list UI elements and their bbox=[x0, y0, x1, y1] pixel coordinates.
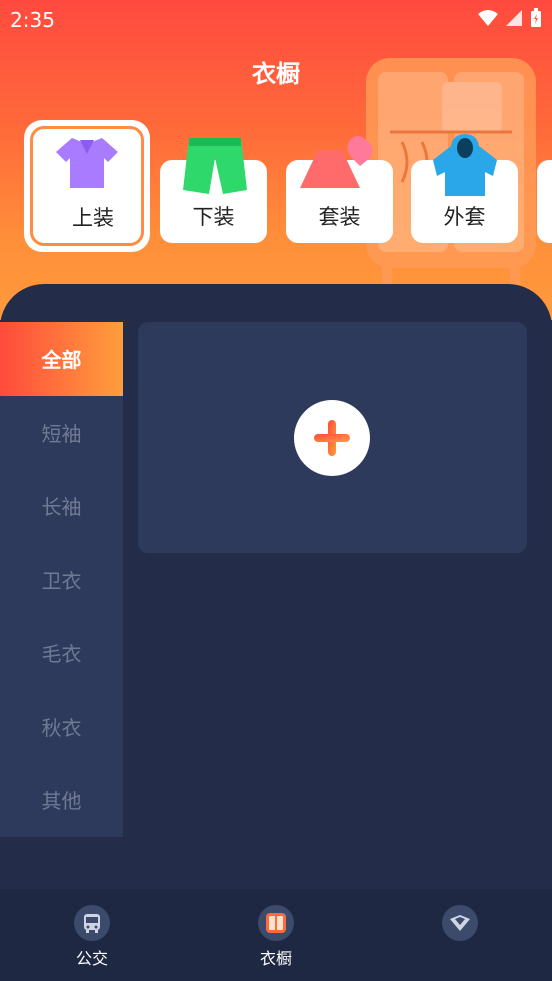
sidebar-item-hoodie[interactable]: 卫衣 bbox=[0, 542, 123, 616]
sidebar-item-all[interactable]: 全部 bbox=[0, 322, 123, 396]
dress-icon bbox=[299, 136, 372, 188]
bus-icon bbox=[74, 905, 110, 941]
sidebar-item-sweater[interactable]: 毛衣 bbox=[0, 616, 123, 690]
sidebar-item-thermal[interactable]: 秋衣 bbox=[0, 689, 123, 763]
sidebar-item-long-sleeve[interactable]: 长袖 bbox=[0, 469, 123, 543]
nav-label: 衣橱 bbox=[259, 949, 292, 968]
nav-item-third[interactable] bbox=[368, 889, 552, 981]
nav-item-wardrobe[interactable]: 衣橱 bbox=[184, 889, 368, 981]
shirt-icon bbox=[56, 138, 118, 188]
signal-icon bbox=[506, 10, 522, 26]
category-tab-bottoms[interactable]: 下装 bbox=[160, 138, 267, 243]
category-tab-tops[interactable]: 上装 bbox=[24, 120, 150, 252]
sidebar-item-short-sleeve[interactable]: 短袖 bbox=[0, 395, 123, 469]
plus-icon bbox=[314, 420, 350, 456]
page-title: 衣橱 bbox=[252, 60, 300, 88]
add-button[interactable] bbox=[294, 400, 370, 476]
category-tab-more[interactable] bbox=[537, 160, 552, 243]
category-tabs: 上装 下装 套装 外套 bbox=[0, 120, 552, 260]
battery-icon bbox=[531, 8, 541, 27]
jacket-icon bbox=[432, 134, 497, 196]
status-time: 2:35 bbox=[10, 8, 55, 32]
nav-item-bus[interactable]: 公交 bbox=[0, 889, 184, 981]
wardrobe-icon bbox=[258, 905, 294, 941]
add-clothing-card[interactable] bbox=[138, 322, 527, 553]
sidebar-item-other[interactable]: 其他 bbox=[0, 763, 123, 837]
status-icons bbox=[478, 8, 542, 28]
nav-label: 公交 bbox=[75, 949, 108, 968]
category-tab-coats[interactable]: 外套 bbox=[411, 134, 518, 243]
category-tab-sets[interactable]: 套装 bbox=[286, 136, 393, 243]
category-label: 上装 bbox=[72, 206, 114, 230]
shorts-icon bbox=[182, 138, 247, 194]
category-label: 套装 bbox=[318, 205, 361, 229]
status-bar: 2:35 bbox=[0, 0, 552, 38]
bottom-nav: 公交 衣橱 bbox=[0, 889, 552, 981]
subcategory-sidebar: 全部 短袖 长袖 卫衣 毛衣 秋衣 其他 bbox=[0, 322, 123, 837]
shield-icon bbox=[442, 905, 478, 941]
category-label: 外套 bbox=[443, 205, 486, 229]
wifi-icon bbox=[478, 10, 498, 26]
category-label: 下装 bbox=[192, 205, 235, 229]
